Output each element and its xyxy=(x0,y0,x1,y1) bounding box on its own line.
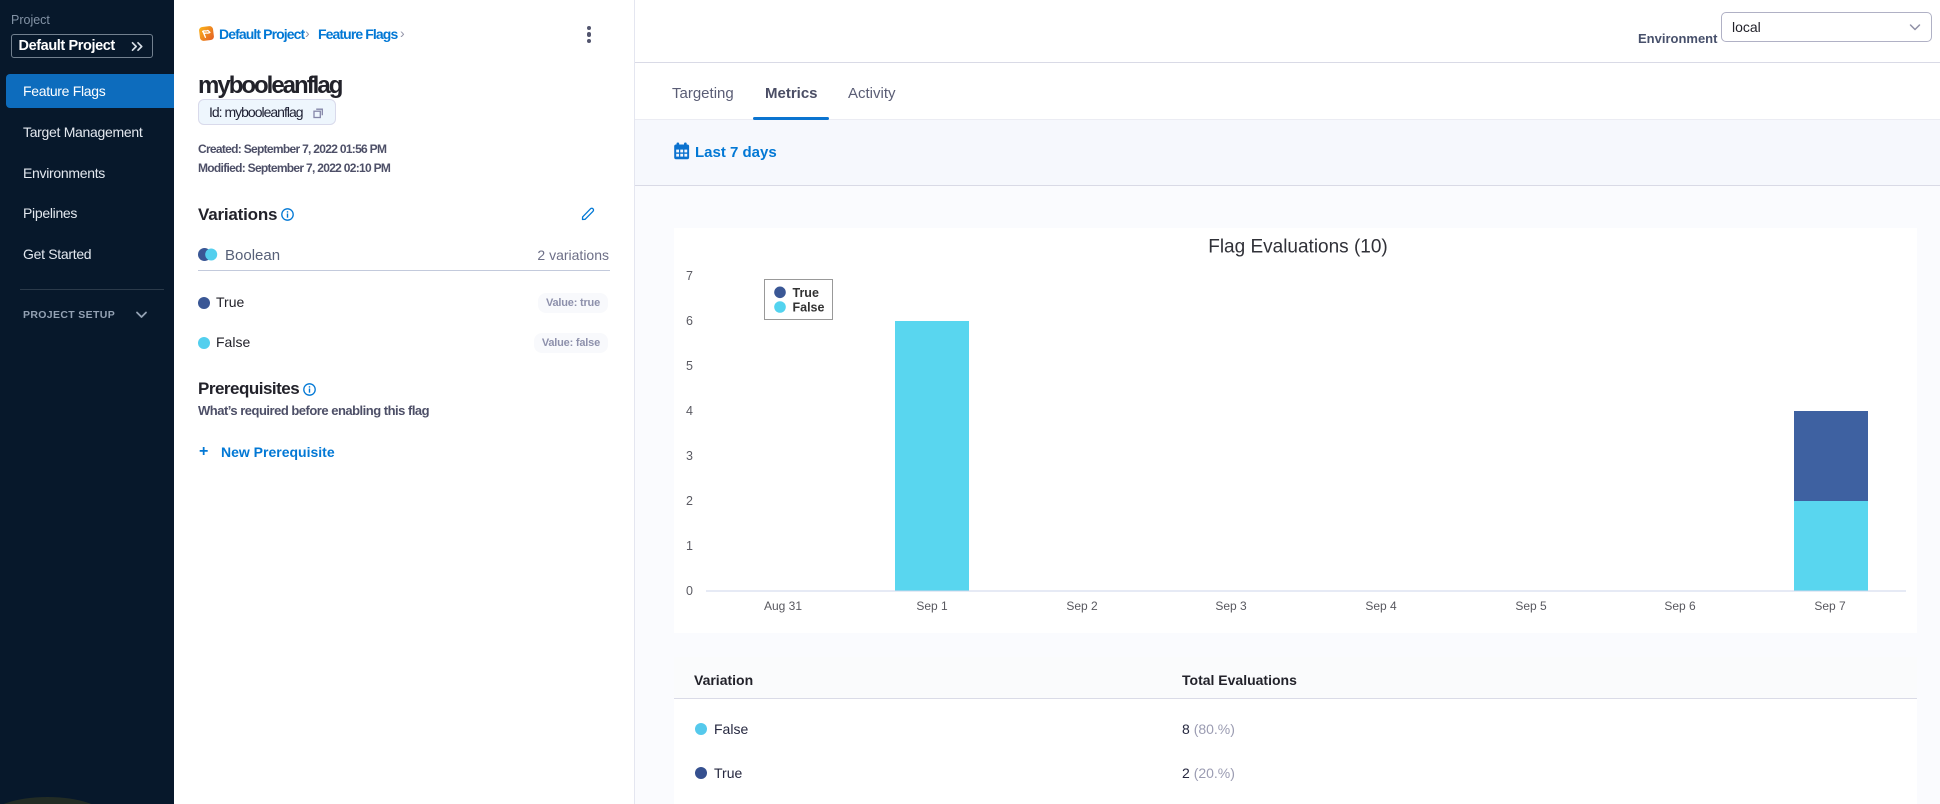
svg-text:Sep 5: Sep 5 xyxy=(1515,599,1547,613)
svg-text:6: 6 xyxy=(686,314,693,328)
svg-text:0: 0 xyxy=(686,584,693,598)
svg-text:Sep 1: Sep 1 xyxy=(916,599,948,613)
svg-text:1: 1 xyxy=(686,539,693,553)
svg-text:Sep 6: Sep 6 xyxy=(1664,599,1696,613)
svg-text:4: 4 xyxy=(686,404,693,418)
svg-text:Sep 2: Sep 2 xyxy=(1066,599,1098,613)
svg-text:2: 2 xyxy=(686,494,693,508)
svg-text:Sep 4: Sep 4 xyxy=(1365,599,1397,613)
svg-text:False: False xyxy=(793,301,825,315)
svg-text:5: 5 xyxy=(686,359,693,373)
svg-text:3: 3 xyxy=(686,449,693,463)
svg-text:7: 7 xyxy=(686,269,693,283)
svg-text:Sep 3: Sep 3 xyxy=(1215,599,1247,613)
svg-text:Sep 7: Sep 7 xyxy=(1814,599,1846,613)
svg-text:Aug 31: Aug 31 xyxy=(764,599,802,613)
svg-text:Flag Evaluations (10): Flag Evaluations (10) xyxy=(1208,237,1388,258)
svg-text:True: True xyxy=(793,286,819,300)
